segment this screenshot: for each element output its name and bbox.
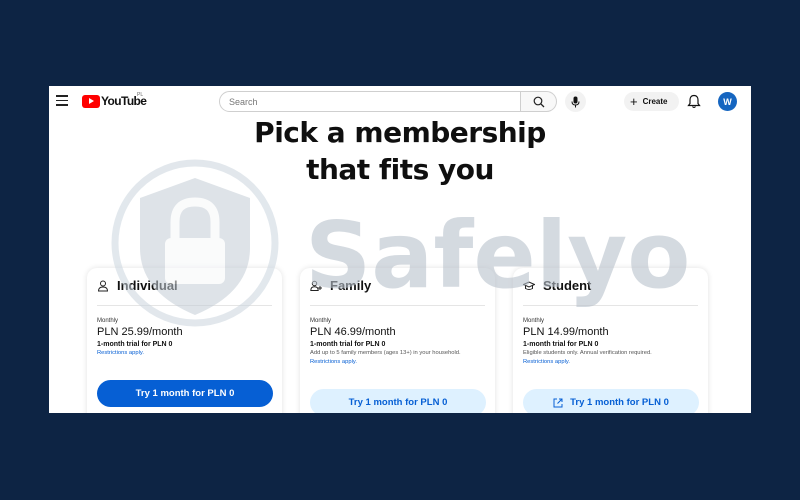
divider xyxy=(97,305,272,306)
page-title-line-1: Pick a membership xyxy=(254,116,546,149)
trial-info: 1-month trial for PLN 0 xyxy=(97,341,173,348)
plan-card-student: Student Monthly PLN 14.99/month 1-month … xyxy=(513,268,708,413)
plan-card-individual: Individual Monthly PLN 25.99/month 1-mon… xyxy=(87,268,282,413)
button-label: Try 1 month for PLN 0 xyxy=(570,397,669,408)
microphone-icon xyxy=(571,96,580,107)
create-button[interactable]: + Create xyxy=(624,92,679,111)
plan-title: Family xyxy=(330,278,372,293)
search-icon xyxy=(533,96,544,107)
external-link-icon xyxy=(553,398,563,407)
billing-period: Monthly xyxy=(523,318,545,324)
youtube-premium-window: YouTube PL + Create W Pick a membership … xyxy=(49,86,751,413)
voice-search-button[interactable] xyxy=(565,91,586,112)
restrictions-link[interactable]: Restrictions apply. xyxy=(310,359,357,365)
plan-card-family: Family Monthly PLN 46.99/month 1-month t… xyxy=(300,268,495,413)
restrictions-link[interactable]: Restrictions apply. xyxy=(97,350,144,356)
notifications-button[interactable] xyxy=(687,94,701,109)
restrictions-link[interactable]: Restrictions apply. xyxy=(523,359,570,365)
trial-info: 1-month trial for PLN 0 xyxy=(523,341,599,348)
graduation-cap-icon xyxy=(523,280,535,290)
search-button[interactable] xyxy=(521,91,557,112)
avatar[interactable]: W xyxy=(718,92,737,111)
region-code: PL xyxy=(137,92,144,98)
try-student-button[interactable]: Try 1 month for PLN 0 xyxy=(523,389,699,413)
divider xyxy=(523,305,698,306)
trial-info: 1-month trial for PLN 0 xyxy=(310,341,386,348)
create-label: Create xyxy=(642,97,668,106)
person-icon xyxy=(97,280,109,291)
plan-price: PLN 25.99/month xyxy=(97,326,183,338)
youtube-play-icon xyxy=(82,94,100,108)
menu-icon[interactable] xyxy=(56,95,68,107)
try-family-button[interactable]: Try 1 month for PLN 0 xyxy=(310,389,486,413)
plan-note: Add up to 5 family members (ages 13+) in… xyxy=(310,350,461,356)
search-input[interactable] xyxy=(220,92,510,112)
billing-period: Monthly xyxy=(97,318,119,324)
billing-period: Monthly xyxy=(310,318,332,324)
page-title: Pick a membership that fits you xyxy=(49,114,751,188)
search-box xyxy=(219,91,521,112)
plan-note: Eligible students only. Annual verificat… xyxy=(523,350,652,356)
page-title-line-2: that fits you xyxy=(306,153,494,186)
bell-icon xyxy=(687,94,701,109)
plus-icon: + xyxy=(630,94,638,109)
plan-title: Individual xyxy=(117,278,178,293)
plan-price: PLN 46.99/month xyxy=(310,326,396,338)
try-individual-button[interactable]: Try 1 month for PLN 0 xyxy=(97,380,273,407)
family-icon xyxy=(310,280,322,291)
divider xyxy=(310,305,485,306)
plan-price: PLN 14.99/month xyxy=(523,326,609,338)
plan-title: Student xyxy=(543,278,592,293)
